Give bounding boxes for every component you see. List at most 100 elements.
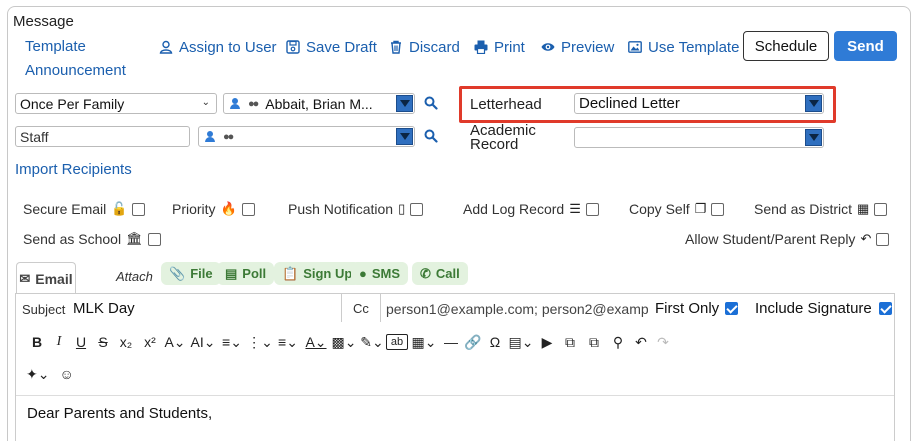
ai-assistant-icon[interactable]: ☺ xyxy=(59,366,73,383)
superscript-icon[interactable]: x² xyxy=(138,334,162,350)
student-value: Abbait, Brian M... xyxy=(265,95,373,112)
eye-icon xyxy=(541,43,555,51)
insert-image-icon[interactable]: ▤⌄ xyxy=(506,334,536,351)
academic-record-select[interactable] xyxy=(574,127,824,148)
send-as-school-checkbox[interactable] xyxy=(147,232,161,246)
send-button[interactable]: Send xyxy=(834,31,897,61)
image-icon xyxy=(628,41,642,53)
special-character-icon[interactable]: Ω xyxy=(484,334,506,350)
include-signature-checkbox[interactable] xyxy=(878,302,892,315)
message-body[interactable]: Dear Parents and Students, xyxy=(27,405,212,422)
send-as-district-checkbox[interactable] xyxy=(874,202,888,216)
push-notification-checkbox[interactable] xyxy=(410,202,424,216)
underline-icon[interactable]: U xyxy=(70,334,92,350)
font-color-icon[interactable]: A⌄ xyxy=(302,334,330,351)
phone-icon: ✆ xyxy=(420,265,431,281)
first-only-option[interactable]: First Only xyxy=(655,300,739,317)
add-log-record-label: Add Log Record xyxy=(463,201,565,217)
background-color-icon[interactable]: ▩⌄ xyxy=(330,334,358,351)
save-draft-button[interactable]: Save Draft xyxy=(286,38,377,56)
preview-doc-icon[interactable]: ⧉ xyxy=(582,334,606,351)
attach-poll-button[interactable]: ▤ Poll xyxy=(217,262,275,285)
channel-tabs: ✉ Email Attach 📎 File ▤ Poll 📋 Sign Up ●… xyxy=(15,258,895,294)
editor-toolbar-row2: ✦⌄ ☺ xyxy=(26,366,74,383)
special-format-icon[interactable]: ab xyxy=(386,334,408,350)
search-icon[interactable] xyxy=(424,96,438,110)
recipient-type-icons-2: ●● xyxy=(205,131,234,143)
first-only-checkbox[interactable] xyxy=(725,302,739,315)
cc-input[interactable]: person1@example.com; person2@example.com xyxy=(386,301,648,317)
include-signature-option[interactable]: Include Signature xyxy=(755,300,892,317)
dropdown-arrow-icon[interactable] xyxy=(805,129,822,146)
bold-icon[interactable]: B xyxy=(26,334,48,350)
template-link[interactable]: Template xyxy=(25,38,86,55)
template-name-link[interactable]: Announcement xyxy=(25,62,126,79)
add-log-record-checkbox[interactable] xyxy=(585,202,599,216)
italic-icon[interactable]: I xyxy=(48,334,70,350)
priority-option[interactable]: Priority 🔥 xyxy=(172,201,255,217)
recipient-type-icons: ●● xyxy=(230,97,259,110)
highlight-box xyxy=(459,86,836,123)
copy-self-option[interactable]: Copy Self ❐ xyxy=(629,201,725,217)
add-log-record-option[interactable]: Add Log Record ☰ xyxy=(463,201,599,217)
redo-icon[interactable]: ↷ xyxy=(652,334,674,351)
use-template-button[interactable]: Use Template xyxy=(628,38,739,56)
attach-signup-button[interactable]: 📋 Sign Up xyxy=(274,262,361,285)
print-button[interactable]: Print xyxy=(474,38,525,56)
table-icon[interactable]: ▦⌄ xyxy=(408,334,440,351)
dropdown-arrow-icon[interactable] xyxy=(396,95,413,112)
first-only-label: First Only xyxy=(655,300,720,317)
magic-wand-icon[interactable]: ✦⌄ xyxy=(26,366,49,383)
student-select[interactable]: ●● Abbait, Brian M... xyxy=(223,93,415,114)
subject-input[interactable]: MLK Day xyxy=(73,300,135,317)
secure-email-checkbox[interactable] xyxy=(132,202,146,216)
assign-to-user-button[interactable]: Assign to User xyxy=(159,38,277,56)
staff-select[interactable]: ●● xyxy=(198,126,415,147)
schedule-button[interactable]: Schedule xyxy=(743,31,829,61)
allow-reply-option[interactable]: Allow Student/Parent Reply ↶ xyxy=(685,231,890,247)
link-icon[interactable]: 🔗 xyxy=(462,334,484,351)
floppy-icon xyxy=(286,40,300,54)
signup-label: Sign Up xyxy=(303,266,353,281)
find-replace-icon[interactable]: ⚲ xyxy=(606,334,630,351)
allow-reply-checkbox[interactable] xyxy=(876,232,890,246)
strikethrough-icon[interactable]: S xyxy=(92,334,114,350)
numbered-list-icon[interactable]: ≡⌄ xyxy=(274,334,302,351)
bulleted-list-icon[interactable]: ⋮⌄ xyxy=(246,334,274,351)
printer-icon xyxy=(474,40,488,54)
send-as-district-option[interactable]: Send as District ▦ xyxy=(754,201,888,217)
group-select[interactable]: Staff xyxy=(15,126,190,147)
push-notification-option[interactable]: Push Notification ▯ xyxy=(288,201,424,217)
send-as-school-option[interactable]: Send as School 🏛 xyxy=(23,231,161,247)
dropdown-arrow-icon[interactable] xyxy=(396,128,413,145)
copy-self-checkbox[interactable] xyxy=(711,202,725,216)
discard-button[interactable]: Discard xyxy=(389,38,460,56)
search-icon[interactable] xyxy=(424,129,438,143)
priority-checkbox[interactable] xyxy=(241,202,255,216)
reply-icon: ↶ xyxy=(860,231,872,246)
tab-email[interactable]: ✉ Email xyxy=(16,262,76,294)
subscript-icon[interactable]: x₂ xyxy=(114,334,138,350)
person-icon xyxy=(230,98,240,109)
attach-label: Attach xyxy=(116,269,153,284)
align-icon[interactable]: ≡⌄ xyxy=(218,334,246,351)
sms-button[interactable]: ● SMS xyxy=(351,262,409,285)
preview-label: Preview xyxy=(561,38,615,56)
copy-self-label: Copy Self xyxy=(629,201,690,217)
highlight-icon[interactable]: ✎⌄ xyxy=(358,334,386,351)
cc-label: Cc xyxy=(341,294,381,322)
font-size-icon[interactable]: A⌄ xyxy=(162,334,188,351)
secure-email-option[interactable]: Secure Email 🔓 xyxy=(23,201,146,217)
attach-file-button[interactable]: 📎 File xyxy=(161,262,221,285)
source-code-icon[interactable]: ⧉ xyxy=(558,334,582,351)
media-icon[interactable]: ▶ xyxy=(536,334,558,351)
call-button[interactable]: ✆ Call xyxy=(412,262,468,285)
import-recipients-link[interactable]: Import Recipients xyxy=(15,161,132,178)
horizontal-line-icon[interactable]: — xyxy=(440,334,462,350)
frequency-select[interactable]: Once Per Family ⌄ xyxy=(15,93,217,114)
bar-chart-icon: ▤ xyxy=(225,265,238,281)
group-icon: ●● xyxy=(248,97,259,110)
preview-button[interactable]: Preview xyxy=(541,38,614,56)
font-family-icon[interactable]: AI⌄ xyxy=(188,334,218,351)
undo-icon[interactable]: ↶ xyxy=(630,334,652,351)
